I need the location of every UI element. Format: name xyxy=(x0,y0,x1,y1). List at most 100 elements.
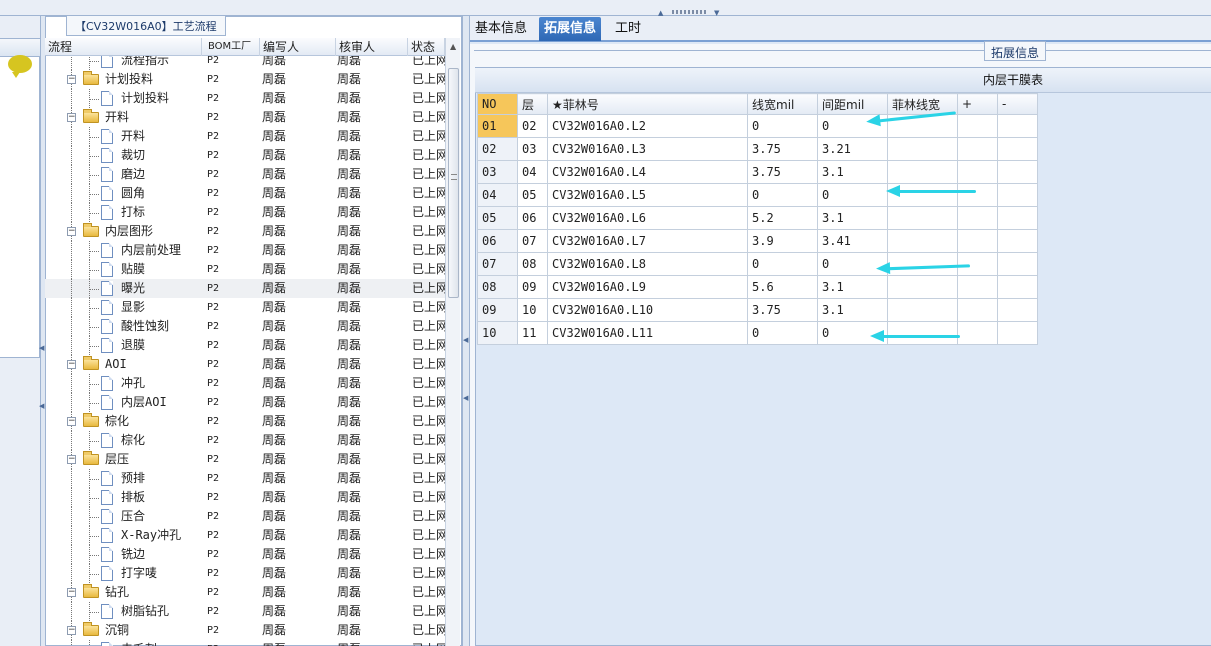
col-header-writer[interactable]: 编写人 xyxy=(260,38,336,56)
remove-cell[interactable] xyxy=(997,321,1038,345)
remove-cell[interactable] xyxy=(997,298,1038,322)
add-cell[interactable] xyxy=(957,206,998,230)
tree-item-row[interactable]: 预排 P2 周磊 周磊 已上网 xyxy=(45,469,445,488)
line-width-cell[interactable]: 3.75 xyxy=(747,160,818,184)
col-header-film-no[interactable]: ★菲林号 xyxy=(547,93,748,115)
add-cell[interactable] xyxy=(957,298,998,322)
tree-scrollbar[interactable]: ▲ xyxy=(445,38,460,646)
grid-row[interactable]: 08 09 CV32W016A0.L9 5.6 3.1 xyxy=(477,275,1038,299)
tab-basic-info[interactable]: 基本信息 xyxy=(470,17,532,41)
film-no-cell[interactable]: CV32W016A0.L11 xyxy=(547,321,748,345)
col-header-no[interactable]: NO xyxy=(477,93,518,115)
splitter-grip-icon[interactable] xyxy=(672,10,706,14)
scroll-up-icon[interactable]: ▲ xyxy=(450,42,456,51)
scrollbar-thumb[interactable] xyxy=(448,68,459,298)
tree-folder-row[interactable]: − AOI P2 周磊 周磊 已上网 xyxy=(45,355,445,374)
col-header-status[interactable]: 状态 xyxy=(408,38,445,56)
grid-row[interactable]: 06 07 CV32W016A0.L7 3.9 3.41 xyxy=(477,229,1038,253)
film-no-cell[interactable]: CV32W016A0.L8 xyxy=(547,252,748,276)
collapse-left-icon[interactable]: ◀ xyxy=(39,402,44,410)
film-no-cell[interactable]: CV32W016A0.L10 xyxy=(547,298,748,322)
tree-item-row[interactable]: 打字唛 P2 周磊 周磊 已上网 xyxy=(45,564,445,583)
tree-item-row[interactable]: 计划投料 P2 周磊 周磊 已上网 xyxy=(45,89,445,108)
film-no-cell[interactable]: CV32W016A0.L6 xyxy=(547,206,748,230)
film-no-cell[interactable]: CV32W016A0.L7 xyxy=(547,229,748,253)
remove-cell[interactable] xyxy=(997,183,1038,207)
tree-item-row[interactable]: 冲孔 P2 周磊 周磊 已上网 xyxy=(45,374,445,393)
tree-toggle-icon[interactable]: − xyxy=(67,455,76,464)
tree-toggle-icon[interactable]: − xyxy=(67,417,76,426)
tree-folder-row[interactable]: − 内层图形 P2 周磊 周磊 已上网 xyxy=(45,222,445,241)
line-width-cell[interactable]: 0 xyxy=(747,321,818,345)
col-header-process[interactable]: 流程 xyxy=(45,38,202,56)
collapse-left-icon[interactable]: ◀ xyxy=(463,336,468,344)
line-width-cell[interactable]: 3.9 xyxy=(747,229,818,253)
spacing-cell[interactable]: 3.41 xyxy=(817,229,888,253)
film-no-cell[interactable]: CV32W016A0.L3 xyxy=(547,137,748,161)
film-no-cell[interactable]: CV32W016A0.L4 xyxy=(547,160,748,184)
remove-cell[interactable] xyxy=(997,114,1038,138)
remove-cell[interactable] xyxy=(997,206,1038,230)
tree-item-row[interactable]: 开料 P2 周磊 周磊 已上网 xyxy=(45,127,445,146)
middle-splitter[interactable]: ◀ ◀ xyxy=(462,16,470,646)
film-line-width-cell[interactable] xyxy=(887,206,958,230)
tree-item-row[interactable]: 曝光 P2 周磊 周磊 已上网 xyxy=(45,279,445,298)
add-cell[interactable] xyxy=(957,137,998,161)
tree-item-row[interactable]: 内层AOI P2 周磊 周磊 已上网 xyxy=(45,393,445,412)
top-splitter[interactable]: ▲ ▼ xyxy=(0,0,1211,17)
spacing-cell[interactable]: 3.21 xyxy=(817,137,888,161)
remove-column-button[interactable]: - xyxy=(997,93,1038,115)
tree-item-row[interactable]: 树脂钻孔 P2 周磊 周磊 已上网 xyxy=(45,602,445,621)
tree-item-row[interactable]: 酸性蚀刻 P2 周磊 周磊 已上网 xyxy=(45,317,445,336)
collapse-left-icon[interactable]: ◀ xyxy=(463,394,468,402)
line-width-cell[interactable]: 0 xyxy=(747,252,818,276)
grid-row[interactable]: 03 04 CV32W016A0.L4 3.75 3.1 xyxy=(477,160,1038,184)
tree-item-row[interactable]: 裁切 P2 周磊 周磊 已上网 xyxy=(45,146,445,165)
spacing-cell[interactable]: 3.1 xyxy=(817,206,888,230)
tree-toggle-icon[interactable]: − xyxy=(67,360,76,369)
col-header-bom[interactable]: BOM工厂 xyxy=(205,38,260,56)
col-header-reviewer[interactable]: 核审人 xyxy=(336,38,408,56)
tree-item-row[interactable]: 磨边 P2 周磊 周磊 已上网 xyxy=(45,165,445,184)
tree-item-row[interactable]: 去毛刺P2周磊周磊已上网 xyxy=(45,640,445,646)
tree-item-row[interactable]: 排板 P2 周磊 周磊 已上网 xyxy=(45,488,445,507)
remove-cell[interactable] xyxy=(997,160,1038,184)
line-width-cell[interactable]: 0 xyxy=(747,183,818,207)
film-no-cell[interactable]: CV32W016A0.L2 xyxy=(547,114,748,138)
remove-cell[interactable] xyxy=(997,252,1038,276)
tree-toggle-icon[interactable]: − xyxy=(67,227,76,236)
tree-item-row[interactable]: 铣边 P2 周磊 周磊 已上网 xyxy=(45,545,445,564)
tree-item-row[interactable]: 退膜 P2 周磊 周磊 已上网 xyxy=(45,336,445,355)
col-header-spacing[interactable]: 间距mil xyxy=(817,93,888,115)
add-cell[interactable] xyxy=(957,321,998,345)
film-line-width-cell[interactable] xyxy=(887,275,958,299)
add-cell[interactable] xyxy=(957,275,998,299)
tree-item-row[interactable]: 压合 P2 周磊 周磊 已上网 xyxy=(45,507,445,526)
tree-item-row[interactable]: 贴膜 P2 周磊 周磊 已上网 xyxy=(45,260,445,279)
collapse-left-icon[interactable]: ◀ xyxy=(39,344,44,352)
film-no-cell[interactable]: CV32W016A0.L5 xyxy=(547,183,748,207)
grid-row[interactable]: 05 06 CV32W016A0.L6 5.2 3.1 xyxy=(477,206,1038,230)
add-column-button[interactable]: + xyxy=(957,93,998,115)
tree-item-row[interactable]: 棕化 P2 周磊 周磊 已上网 xyxy=(45,431,445,450)
tree-item-row[interactable]: 内层前处理 P2 周磊 周磊 已上网 xyxy=(45,241,445,260)
line-width-cell[interactable]: 0 xyxy=(747,114,818,138)
add-cell[interactable] xyxy=(957,114,998,138)
tree-item-row[interactable]: 打标 P2 周磊 周磊 已上网 xyxy=(45,203,445,222)
col-header-line-width[interactable]: 线宽mil xyxy=(747,93,818,115)
tree-folder-row[interactable]: − 层压 P2 周磊 周磊 已上网 xyxy=(45,450,445,469)
add-cell[interactable] xyxy=(957,160,998,184)
tree-folder-row[interactable]: − 钻孔 P2 周磊 周磊 已上网 xyxy=(45,583,445,602)
spacing-cell[interactable]: 3.1 xyxy=(817,275,888,299)
tree-folder-row[interactable]: − 计划投料 P2 周磊 周磊 已上网 xyxy=(45,70,445,89)
remove-cell[interactable] xyxy=(997,137,1038,161)
tree-item-row[interactable]: 圆角 P2 周磊 周磊 已上网 xyxy=(45,184,445,203)
line-width-cell[interactable]: 3.75 xyxy=(747,137,818,161)
add-cell[interactable] xyxy=(957,229,998,253)
remove-cell[interactable] xyxy=(997,275,1038,299)
line-width-cell[interactable]: 5.6 xyxy=(747,275,818,299)
film-line-width-cell[interactable] xyxy=(887,298,958,322)
tree-item-row[interactable]: X-Ray冲孔 P2 周磊 周磊 已上网 xyxy=(45,526,445,545)
remove-cell[interactable] xyxy=(997,229,1038,253)
spacing-cell[interactable]: 3.1 xyxy=(817,160,888,184)
